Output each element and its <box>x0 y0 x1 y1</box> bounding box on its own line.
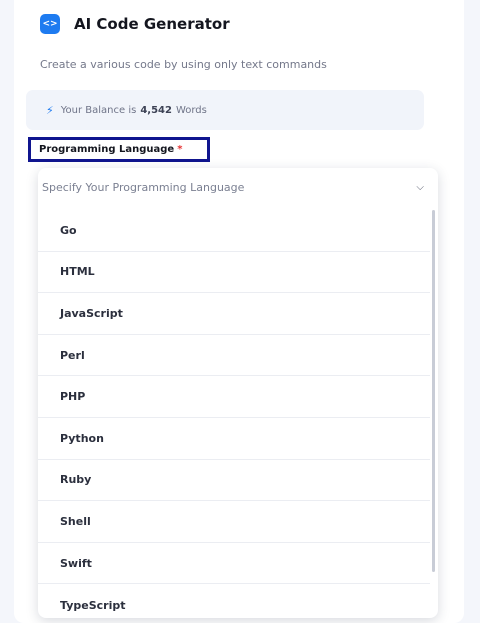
header: <> AI Code Generator <box>40 14 230 34</box>
programming-language-label: Programming Language * <box>28 137 210 162</box>
options-list: Go HTML JavaScript Perl PHP Python Ruby … <box>38 210 430 618</box>
balance-suffix: Words <box>175 104 207 116</box>
option-python[interactable]: Python <box>38 418 430 460</box>
balance-banner: ⚡ Your Balance is 4,542 Words <box>26 90 424 130</box>
required-mark: * <box>177 144 183 155</box>
code-icon: <> <box>40 14 60 34</box>
option-go[interactable]: Go <box>38 210 430 252</box>
option-ruby[interactable]: Ruby <box>38 460 430 502</box>
option-typescript[interactable]: TypeScript <box>38 584 430 618</box>
select-placeholder: Specify Your Programming Language <box>42 180 245 194</box>
option-shell[interactable]: Shell <box>38 501 430 543</box>
field-label: Programming Language <box>39 144 175 155</box>
dropdown-scrollbar[interactable] <box>432 210 435 572</box>
chevron-down-icon[interactable]: ⌵ <box>416 182 424 193</box>
page-subtitle: Create a various code by using only text… <box>40 58 327 71</box>
option-swift[interactable]: Swift <box>38 543 430 585</box>
page-title: AI Code Generator <box>74 15 230 33</box>
option-javascript[interactable]: JavaScript <box>38 293 430 335</box>
language-select[interactable]: Specify Your Programming Language ⌵ <box>38 168 438 206</box>
balance-amount: 4,542 <box>140 104 172 116</box>
balance-prefix: Your Balance is <box>60 104 137 116</box>
option-php[interactable]: PHP <box>38 376 430 418</box>
programming-language-dropdown[interactable]: Specify Your Programming Language ⌵ Go H… <box>38 168 438 618</box>
lightning-icon: ⚡ <box>46 103 54 117</box>
option-perl[interactable]: Perl <box>38 335 430 377</box>
option-html[interactable]: HTML <box>38 252 430 294</box>
